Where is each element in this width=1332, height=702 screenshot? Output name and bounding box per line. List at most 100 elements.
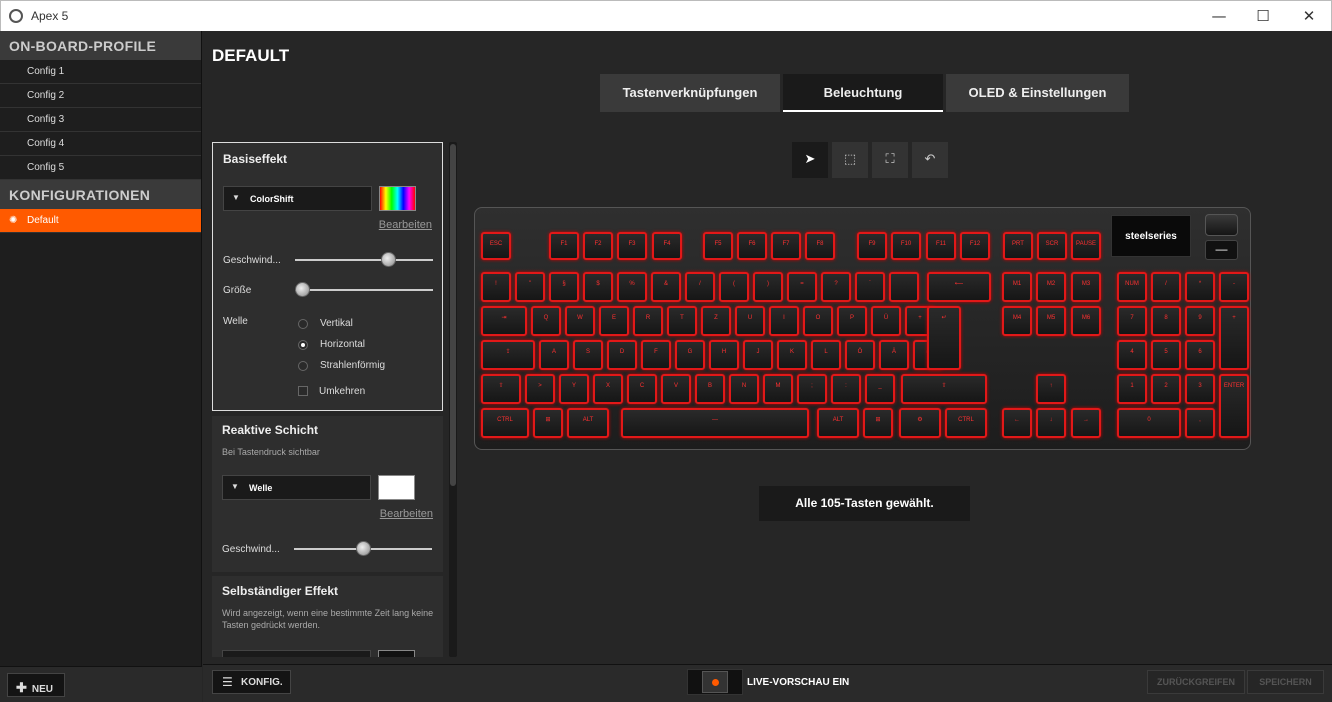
keyboard-key[interactable]: M2 <box>1036 272 1066 302</box>
keyboard-key[interactable]: F1 <box>549 232 579 260</box>
radio-radial[interactable] <box>298 361 308 371</box>
radio-horizontal[interactable] <box>298 340 308 350</box>
keyboard-key[interactable]: R <box>633 306 663 336</box>
select-all-icon[interactable]: ⛶ <box>872 142 908 178</box>
keyboard-key[interactable]: L <box>811 340 841 370</box>
revert-button[interactable]: ZURÜCKGREIFEN <box>1147 670 1245 694</box>
keyboard-key[interactable]: ↵ <box>927 306 961 370</box>
konfig-button[interactable]: ☰ KONFIG. <box>212 670 291 694</box>
speed-slider[interactable] <box>295 252 433 267</box>
keyboard-key[interactable]: ⚙ <box>899 408 941 438</box>
color-swatch[interactable] <box>379 186 416 211</box>
pointer-icon[interactable]: ➤ <box>792 142 828 178</box>
keyboard-key[interactable]: H <box>709 340 739 370</box>
keyboard-key[interactable]: A <box>539 340 569 370</box>
keyboard-key[interactable]: Ü <box>871 306 901 336</box>
keyboard-key[interactable]: F12 <box>960 232 990 260</box>
sidebar-item-config-4[interactable]: Config 4 <box>0 132 201 156</box>
keyboard-key[interactable]: PAUSE <box>1071 232 1101 260</box>
keyboard-key[interactable]: F6 <box>737 232 767 260</box>
keyboard-key[interactable]: 8 <box>1151 306 1181 336</box>
keyboard-key[interactable]: M6 <box>1071 306 1101 336</box>
keyboard-key[interactable]: > <box>525 374 555 404</box>
keyboard-key[interactable]: F7 <box>771 232 801 260</box>
keyboard-key[interactable]: J <box>743 340 773 370</box>
sidebar-item-config-3[interactable]: Config 3 <box>0 108 201 132</box>
keyboard-key[interactable]: M4 <box>1002 306 1032 336</box>
keyboard-key[interactable]: SCR <box>1037 232 1067 260</box>
keyboard-key[interactable]: 7 <box>1117 306 1147 336</box>
keyboard-key[interactable]: 2 <box>1151 374 1181 404</box>
live-preview-toggle[interactable] <box>687 669 743 695</box>
keyboard-key[interactable]: X <box>593 374 623 404</box>
undo-icon[interactable]: ↶ <box>912 142 948 178</box>
keyboard-key[interactable]: F9 <box>857 232 887 260</box>
keyboard-key[interactable]: F3 <box>617 232 647 260</box>
keyboard-key[interactable]: 1 <box>1117 374 1147 404</box>
base-edit-link[interactable]: Bearbeiten <box>379 219 432 231</box>
minimize-icon[interactable]: — <box>1207 5 1231 27</box>
keyboard-key[interactable]: ) <box>753 272 783 302</box>
keyboard-key[interactable]: M1 <box>1002 272 1032 302</box>
keyboard-key[interactable]: ! <box>481 272 511 302</box>
keyboard-key[interactable]: M <box>763 374 793 404</box>
keyboard-key[interactable]: & <box>651 272 681 302</box>
keyboard-key[interactable]: P <box>837 306 867 336</box>
keyboard-key[interactable]: ← <box>1002 408 1032 438</box>
keyboard-key[interactable]: → <box>1071 408 1101 438</box>
keyboard-key[interactable]: = <box>787 272 817 302</box>
keyboard-key[interactable] <box>889 272 919 302</box>
keyboard-key[interactable]: ⟵ <box>927 272 991 302</box>
keyboard-key[interactable]: F5 <box>703 232 733 260</box>
keyboard-key[interactable]: NUM <box>1117 272 1147 302</box>
keyboard-key[interactable]: G <box>675 340 705 370</box>
radio-vertical[interactable] <box>298 319 308 329</box>
keyboard-key[interactable]: Ö <box>845 340 875 370</box>
reactive-edit-link[interactable]: Bearbeiten <box>380 508 433 520</box>
keyboard-key[interactable]: D <box>607 340 637 370</box>
idle-effect-dropdown[interactable] <box>222 650 371 657</box>
keyboard-key[interactable]: F2 <box>583 232 613 260</box>
keyboard-key[interactable]: T <box>667 306 697 336</box>
tab-key-bindings[interactable]: Tastenverknüpfungen <box>600 74 780 112</box>
keyboard-key[interactable]: , <box>1185 408 1215 438</box>
keyboard-key[interactable]: ⊞ <box>863 408 893 438</box>
keyboard-key[interactable]: ⇥ <box>481 306 527 336</box>
keyboard-key[interactable]: * <box>1185 272 1215 302</box>
keyboard-key[interactable]: S <box>573 340 603 370</box>
keyboard-key[interactable]: _ <box>865 374 895 404</box>
keyboard-key[interactable]: Z <box>701 306 731 336</box>
sidebar-item-config-5[interactable]: Config 5 <box>0 156 201 180</box>
keyboard-key[interactable]: Q <box>531 306 561 336</box>
keyboard-key[interactable]: U <box>735 306 765 336</box>
keyboard-key[interactable]: ( <box>719 272 749 302</box>
keyboard-key[interactable]: 0 <box>1117 408 1181 438</box>
keyboard-key[interactable]: ` <box>855 272 885 302</box>
keyboard-key[interactable]: : <box>831 374 861 404</box>
keyboard-key[interactable]: $ <box>583 272 613 302</box>
keyboard-key[interactable]: 4 <box>1117 340 1147 370</box>
scrollbar-thumb[interactable] <box>450 144 456 486</box>
keyboard-key[interactable]: ALT <box>817 408 859 438</box>
close-icon[interactable]: ✕ <box>1297 5 1321 27</box>
size-slider[interactable] <box>295 282 433 297</box>
keyboard-key[interactable]: / <box>685 272 715 302</box>
keyboard-key[interactable]: 5 <box>1151 340 1181 370</box>
keyboard-key[interactable]: PRT <box>1003 232 1033 260</box>
keyboard-key[interactable]: / <box>1151 272 1181 302</box>
panel-scrollbar[interactable] <box>449 142 457 657</box>
keyboard-key[interactable]: K <box>777 340 807 370</box>
base-effect-dropdown[interactable]: ▼ ColorShift <box>223 186 372 211</box>
keyboard-key[interactable]: F11 <box>926 232 956 260</box>
sidebar-item-config-2[interactable]: Config 2 <box>0 84 201 108</box>
keyboard-key[interactable]: 9 <box>1185 306 1215 336</box>
sidebar-item-config-1[interactable]: Config 1 <box>0 60 201 84</box>
keyboard-key[interactable]: CTRL <box>945 408 987 438</box>
keyboard-key[interactable]: Y <box>559 374 589 404</box>
reactive-color-swatch[interactable] <box>378 475 415 500</box>
speed-slider-handle[interactable] <box>381 252 397 267</box>
keyboard-key[interactable]: % <box>617 272 647 302</box>
keyboard-key[interactable]: O <box>803 306 833 336</box>
keyboard-key[interactable]: 3 <box>1185 374 1215 404</box>
keyboard-key[interactable]: ENTER <box>1219 374 1249 438</box>
